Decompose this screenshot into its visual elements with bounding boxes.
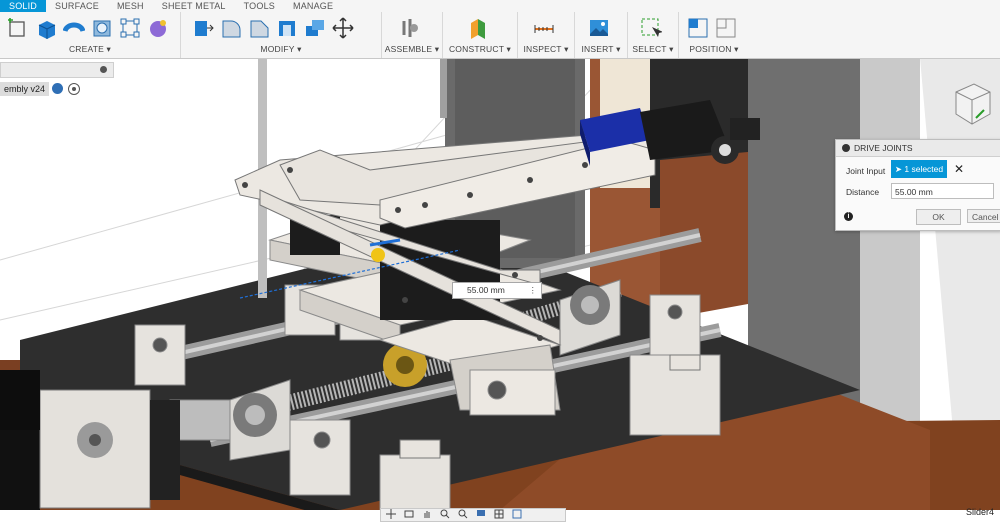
cancel-button[interactable]: Cancel bbox=[967, 209, 1000, 223]
combine-icon[interactable] bbox=[303, 16, 327, 40]
insert-menu[interactable]: INSERT ▾ bbox=[575, 44, 627, 55]
browser-panel: embly v24 bbox=[0, 62, 116, 100]
distance-input[interactable]: 55.00 mm bbox=[891, 183, 994, 199]
tab-surface[interactable]: SURFACE bbox=[46, 0, 108, 12]
info-icon[interactable]: i bbox=[844, 212, 853, 221]
tab-solid[interactable]: SOLID bbox=[0, 0, 47, 12]
toolbar: SOLID SURFACE MESH SHEET METAL TOOLS MAN… bbox=[0, 0, 1000, 59]
fit-icon[interactable] bbox=[457, 509, 469, 519]
position-group: POSITION ▾ bbox=[679, 12, 749, 58]
look-at-icon[interactable] bbox=[403, 509, 415, 519]
workspace-tabs: SOLID SURFACE MESH SHEET METAL TOOLS MAN… bbox=[0, 0, 342, 12]
capture-position-icon[interactable] bbox=[686, 16, 710, 40]
create-menu[interactable]: CREATE ▾ bbox=[0, 44, 180, 55]
new-sketch-icon[interactable] bbox=[6, 16, 30, 40]
browser-component-item[interactable]: embly v24 bbox=[0, 82, 50, 96]
assemble-group: ASSEMBLE ▾ bbox=[382, 12, 443, 58]
view-cube[interactable] bbox=[952, 80, 992, 128]
dialog-collapse-icon[interactable] bbox=[842, 144, 850, 152]
assemble-menu[interactable]: ASSEMBLE ▾ bbox=[382, 44, 442, 55]
create-group: CREATE ▾ bbox=[0, 12, 181, 58]
ok-button[interactable]: OK bbox=[916, 209, 961, 225]
activate-radio-icon[interactable] bbox=[68, 83, 80, 95]
measure-icon[interactable] bbox=[532, 16, 556, 40]
joint-input-label: Joint Input bbox=[846, 166, 886, 176]
display-settings-icon[interactable] bbox=[475, 509, 487, 519]
joint-icon[interactable] bbox=[398, 16, 422, 40]
construct-group: CONSTRUCT ▾ bbox=[443, 12, 518, 58]
more-options-icon[interactable]: ⋮ bbox=[529, 283, 538, 298]
dialog-title: DRIVE JOINTS bbox=[854, 143, 913, 153]
revolve-icon[interactable] bbox=[62, 16, 86, 40]
distance-manipulator-label[interactable]: 55.00 mm ⋮ bbox=[452, 282, 542, 299]
tab-tools[interactable]: TOOLS bbox=[235, 0, 284, 12]
joint-input-selection-button[interactable]: ➤ 1 selected bbox=[891, 160, 947, 178]
tab-manage[interactable]: MANAGE bbox=[284, 0, 342, 12]
revert-position-icon[interactable] bbox=[714, 16, 738, 40]
move-icon[interactable] bbox=[331, 16, 355, 40]
grid-settings-icon[interactable] bbox=[493, 509, 505, 519]
chamfer-icon[interactable] bbox=[247, 16, 271, 40]
select-group: SELECT ▾ bbox=[628, 12, 679, 58]
select-menu[interactable]: SELECT ▾ bbox=[628, 44, 678, 55]
plane-icon[interactable] bbox=[466, 16, 490, 40]
extrude-icon[interactable] bbox=[34, 16, 58, 40]
inspect-group: INSPECT ▾ bbox=[518, 12, 575, 58]
select-icon[interactable] bbox=[639, 16, 663, 40]
insert-image-icon[interactable] bbox=[587, 16, 611, 40]
pattern-icon[interactable] bbox=[118, 16, 142, 40]
orbit-icon[interactable] bbox=[385, 509, 397, 519]
tab-mesh[interactable]: MESH bbox=[108, 0, 153, 12]
clear-selection-icon[interactable]: ✕ bbox=[954, 162, 964, 176]
tab-sheet-metal[interactable]: SHEET METAL bbox=[153, 0, 235, 12]
joint-origin-glyph bbox=[371, 248, 385, 262]
selection-text: 1 selected bbox=[904, 164, 944, 174]
distance-label: Distance bbox=[846, 187, 880, 197]
shell-icon[interactable] bbox=[275, 16, 299, 40]
form-icon[interactable] bbox=[146, 16, 170, 40]
modify-group: MODIFY ▾ bbox=[181, 12, 382, 58]
pan-icon[interactable] bbox=[421, 509, 433, 519]
position-menu[interactable]: POSITION ▾ bbox=[679, 44, 749, 55]
inspect-menu[interactable]: INSPECT ▾ bbox=[518, 44, 574, 55]
distance-value-text: 55.00 mm bbox=[467, 285, 505, 295]
collapse-icon[interactable] bbox=[100, 66, 107, 73]
construct-menu[interactable]: CONSTRUCT ▾ bbox=[443, 44, 517, 55]
sketch-name: Slider4 bbox=[965, 507, 994, 517]
insert-group: INSERT ▾ bbox=[575, 12, 628, 58]
dialog-title-bar[interactable]: DRIVE JOINTS bbox=[836, 140, 1000, 157]
cursor-arrow-icon: ➤ bbox=[894, 164, 902, 174]
press-pull-icon[interactable] bbox=[191, 16, 215, 40]
hole-icon[interactable] bbox=[90, 16, 114, 40]
modify-menu[interactable]: MODIFY ▾ bbox=[181, 44, 381, 55]
browser-header[interactable] bbox=[0, 62, 114, 78]
zoom-icon[interactable] bbox=[439, 509, 451, 519]
viewports-icon[interactable] bbox=[511, 509, 523, 519]
component-badge-icon bbox=[52, 83, 63, 94]
fillet-icon[interactable] bbox=[219, 16, 243, 40]
drive-joints-dialog: DRIVE JOINTS Joint Input ➤ 1 selected ✕ … bbox=[835, 139, 1000, 231]
